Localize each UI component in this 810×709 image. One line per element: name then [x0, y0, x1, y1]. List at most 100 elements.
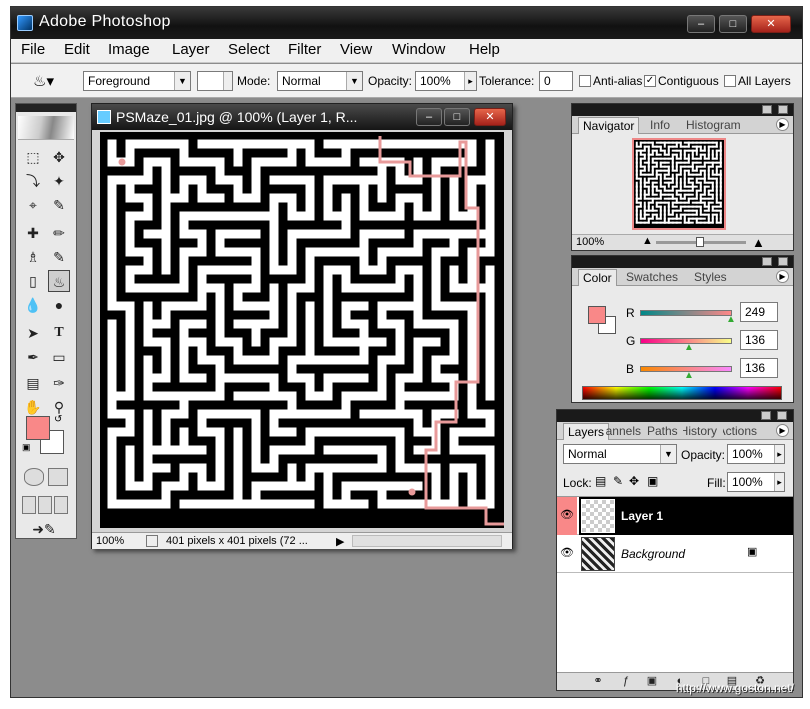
lock-image-icon[interactable]: ✎	[613, 474, 623, 488]
history-brush-tool-icon[interactable]: ✎	[48, 246, 70, 268]
panel-close-button[interactable]	[777, 411, 787, 420]
panel-menu-icon[interactable]: ▶	[776, 118, 789, 131]
app-titlebar[interactable]: Adobe Photoshop – □ ✕	[11, 7, 802, 39]
doc-minimize-button[interactable]: –	[416, 108, 442, 126]
type-tool-icon[interactable]: T	[48, 322, 70, 344]
crop-tool-icon[interactable]: ⌖	[22, 194, 44, 216]
mode-select[interactable]: Normal ▼	[277, 71, 363, 91]
panel-close-button[interactable]	[778, 257, 788, 266]
brush-tool-icon[interactable]: ✏	[48, 222, 70, 244]
tab-navigator[interactable]: Navigator	[578, 117, 640, 134]
tab-histogram[interactable]: Histogram	[686, 118, 741, 132]
panel-menu-icon[interactable]: ▶	[776, 424, 789, 437]
healing-brush-tool-icon[interactable]: ✚	[22, 222, 44, 244]
fill-field[interactable]: 100% ▸	[727, 472, 785, 492]
standard-mode-button[interactable]	[24, 468, 44, 486]
magic-wand-tool-icon[interactable]: ✦	[48, 170, 70, 192]
dodge-tool-icon[interactable]: ●	[48, 294, 70, 316]
menu-select[interactable]: Select	[228, 41, 270, 58]
zoom-in-icon[interactable]: ▲	[752, 235, 765, 250]
opacity-field[interactable]: 100% ▸	[415, 71, 477, 91]
hand-tool-icon[interactable]: ✋	[22, 396, 44, 418]
eye-icon[interactable]: 👁	[559, 545, 575, 561]
screen-mode-standard-button[interactable]	[22, 496, 36, 514]
link-layers-icon[interactable]: ⚭	[591, 675, 605, 688]
menu-layer[interactable]: Layer	[172, 41, 210, 58]
menu-help[interactable]: Help	[469, 41, 500, 58]
navigator-preview[interactable]	[632, 138, 726, 230]
layer1-name[interactable]: Layer 1	[621, 509, 663, 523]
status-menu-arrow-icon[interactable]: ▶	[336, 535, 344, 548]
panel-close-button[interactable]	[778, 105, 788, 114]
screen-mode-full-button[interactable]	[54, 496, 68, 514]
tab-actions[interactable]: Actions	[723, 424, 757, 438]
document-titlebar[interactable]: PSMaze_01.jpg @ 100% (Layer 1, R... – □ …	[92, 104, 512, 130]
tab-channels[interactable]: Channels	[605, 424, 641, 438]
tab-info[interactable]: Info	[650, 118, 670, 132]
maze-image[interactable]	[100, 132, 504, 528]
menu-edit[interactable]: Edit	[64, 41, 90, 58]
panel-minimize-button[interactable]	[762, 105, 772, 114]
lock-transparency-icon[interactable]: ▤	[595, 474, 606, 488]
toolbox-header[interactable]	[16, 104, 76, 112]
maximize-button[interactable]: □	[719, 15, 747, 33]
red-slider[interactable]	[640, 310, 732, 316]
doc-close-button[interactable]: ✕	[474, 108, 506, 126]
tab-color[interactable]: Color	[578, 269, 617, 286]
layer-row-background[interactable]: 👁 Background ▣	[557, 535, 793, 573]
menu-view[interactable]: View	[340, 41, 372, 58]
menu-filter[interactable]: Filter	[288, 41, 321, 58]
tab-history[interactable]: History	[683, 424, 717, 438]
tab-layers[interactable]: Layers	[563, 423, 610, 440]
layer-row-layer1[interactable]: 👁 Layer 1	[557, 497, 793, 535]
screen-mode-full-menu-button[interactable]	[38, 496, 52, 514]
lock-all-icon[interactable]: ▣	[647, 474, 658, 488]
contiguous-checkbox[interactable]: ✓	[644, 75, 656, 87]
navigator-panel-header[interactable]	[572, 104, 793, 116]
path-selection-tool-icon[interactable]: ➤	[22, 322, 44, 344]
doc-maximize-button[interactable]: □	[444, 108, 470, 126]
navigator-zoom-value[interactable]: 100%	[576, 236, 604, 248]
panel-menu-icon[interactable]: ▶	[776, 270, 789, 283]
zoom-slider-handle[interactable]	[696, 237, 704, 247]
anti-alias-checkbox[interactable]	[579, 75, 591, 87]
panel-minimize-button[interactable]	[762, 257, 772, 266]
eraser-tool-icon[interactable]: ▯	[22, 270, 44, 292]
menu-window[interactable]: Window	[392, 41, 445, 58]
close-button[interactable]: ✕	[751, 15, 791, 33]
jump-to-imageready-icon[interactable]: ➜✎	[24, 518, 64, 540]
horizontal-scrollbar[interactable]	[352, 535, 502, 547]
lasso-tool-icon[interactable]: ⤵	[22, 170, 44, 192]
paint-bucket-icon[interactable]: ♨▾	[33, 72, 54, 90]
minimize-button[interactable]: –	[687, 15, 715, 33]
blend-mode-select[interactable]: Normal ▼	[563, 444, 677, 464]
eyedropper-tool-icon[interactable]: ✑	[48, 372, 70, 394]
fill-source-select[interactable]: Foreground ▼	[83, 71, 191, 91]
menu-image[interactable]: Image	[108, 41, 150, 58]
default-colors-icon[interactable]: ▣	[22, 442, 31, 453]
green-slider-handle-icon[interactable]: ▲	[684, 342, 694, 353]
pattern-picker[interactable]	[197, 71, 233, 91]
pen-tool-icon[interactable]: ✒	[22, 346, 44, 368]
quick-mask-button[interactable]	[48, 468, 68, 486]
panel-minimize-button[interactable]	[761, 411, 771, 420]
blue-value-field[interactable]: 136	[740, 358, 778, 378]
zoom-out-icon[interactable]: ▲	[642, 235, 653, 247]
paint-bucket-tool-icon[interactable]: ♨	[48, 270, 70, 292]
tab-paths[interactable]: Paths	[647, 424, 678, 438]
clone-stamp-tool-icon[interactable]: ♗	[22, 246, 44, 268]
doc-zoom-level[interactable]: 100%	[96, 535, 124, 547]
blue-slider-handle-icon[interactable]: ▲	[684, 370, 694, 381]
red-slider-handle-icon[interactable]: ▲	[726, 314, 736, 325]
all-layers-checkbox[interactable]	[724, 75, 736, 87]
blur-tool-icon[interactable]: 💧	[22, 294, 44, 316]
status-icon[interactable]	[146, 535, 158, 547]
eye-icon[interactable]: 👁	[559, 507, 575, 523]
marquee-tool-icon[interactable]: ⬚	[22, 146, 44, 168]
layer-mask-icon[interactable]: ▣	[645, 675, 659, 688]
tab-swatches[interactable]: Swatches	[626, 270, 678, 284]
slice-tool-icon[interactable]: ✎	[48, 194, 70, 216]
background-layer-name[interactable]: Background	[621, 547, 685, 561]
layer-opacity-field[interactable]: 100% ▸	[727, 444, 785, 464]
color-panel-header[interactable]	[572, 256, 793, 268]
